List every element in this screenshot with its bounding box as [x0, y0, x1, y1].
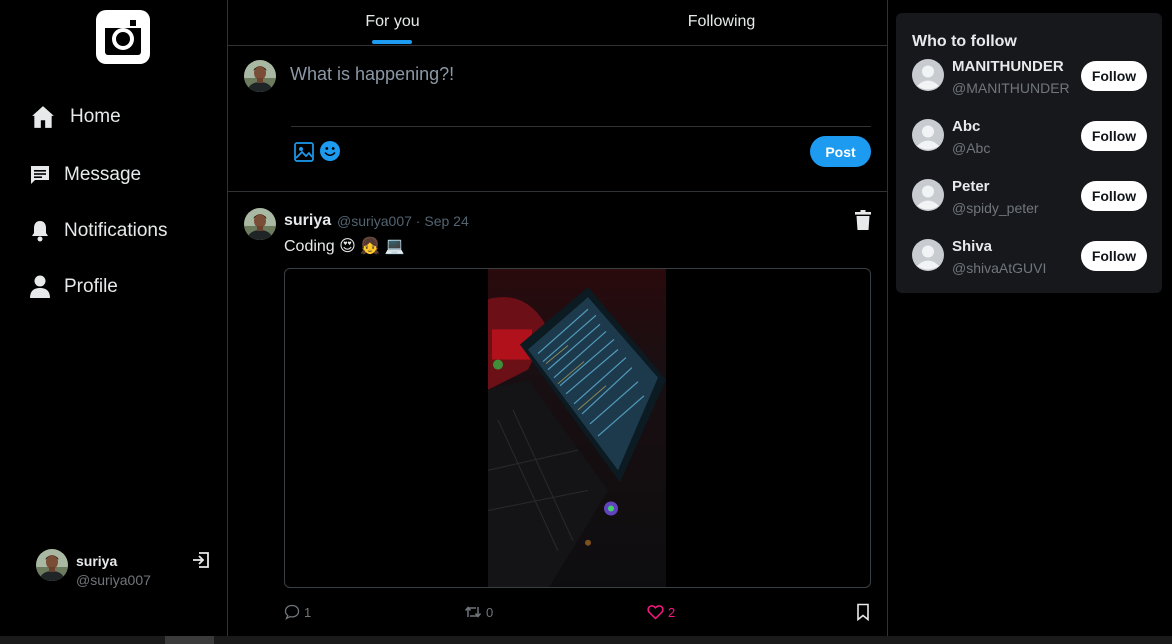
retweet-icon [464, 606, 482, 618]
camera-logo-icon[interactable] [96, 10, 150, 64]
who-to-follow-title: Who to follow [912, 33, 1017, 50]
bookmark-icon [857, 603, 869, 621]
photo-laptop-image [488, 269, 666, 587]
sidebar-item-label: Home [70, 106, 121, 127]
avatar[interactable] [244, 208, 276, 240]
follow-button[interactable]: Follow [1081, 181, 1147, 211]
current-user-name: suriya [76, 553, 118, 569]
like-button[interactable]: 2 [647, 602, 675, 622]
avatar [912, 239, 944, 271]
suggestion-handle: @Abc [952, 140, 991, 156]
reply-count: 1 [304, 604, 312, 620]
avatar [36, 549, 68, 581]
compose-divider [291, 126, 871, 127]
main-feed: For you Following Post suriya @suriya007… [228, 0, 888, 644]
user-icon [30, 275, 50, 298]
sidebar-item-message[interactable]: Message [30, 159, 141, 191]
suggestion-handle: @shivaAtGUVI [952, 260, 1047, 276]
suggestion-handle: @spidy_peter [952, 200, 1039, 216]
follow-button[interactable]: Follow [1081, 121, 1147, 151]
sidebar-item-label: Profile [64, 276, 118, 297]
sidebar-item-profile[interactable]: Profile [30, 271, 118, 303]
follow-suggestion: Abc @Abc Follow [912, 118, 1148, 162]
avatar [244, 60, 276, 92]
logout-icon[interactable] [192, 551, 210, 569]
current-user-handle: @suriya007 [76, 572, 151, 588]
retweet-count: 0 [486, 604, 494, 620]
sidebar-item-label: Notifications [64, 220, 168, 241]
bell-icon [32, 221, 48, 242]
message-icon [31, 166, 49, 184]
bookmark-button[interactable] [856, 602, 870, 622]
image-upload-icon[interactable] [293, 141, 315, 163]
like-count: 2 [668, 604, 676, 620]
sidebar-item-home[interactable]: Home [30, 101, 121, 133]
post-button[interactable]: Post [810, 136, 871, 167]
comment-icon [284, 604, 300, 620]
suggestion-name[interactable]: Abc [952, 118, 980, 135]
sidebar-item-notifications[interactable]: Notifications [30, 215, 168, 247]
feed-tabs: For you Following [228, 0, 887, 46]
post-text: Coding 😍 👧 💻 [284, 238, 405, 255]
active-tab-indicator [372, 40, 412, 44]
heart-icon [647, 605, 664, 620]
scrollbar-thumb[interactable] [165, 636, 214, 644]
follow-suggestion: MANITHUNDER @MANITHUNDER Follow [912, 58, 1148, 102]
follow-button[interactable]: Follow [1081, 241, 1147, 271]
retweet-button[interactable]: 0 [464, 602, 493, 622]
post-meta: @suriya007 · Sep 24 [337, 213, 469, 229]
current-user-card[interactable]: suriya @suriya007 [36, 549, 216, 589]
post-author-name[interactable]: suriya [284, 212, 331, 230]
compose-input[interactable] [290, 64, 870, 124]
post-card[interactable]: suriya @suriya007 · Sep 24 Coding 😍 👧 💻 [228, 192, 887, 644]
reply-button[interactable]: 1 [284, 602, 311, 622]
who-to-follow-panel: Who to follow MANITHUNDER @MANITHUNDER F… [896, 13, 1162, 293]
follow-button[interactable]: Follow [1081, 61, 1147, 91]
suggestion-name[interactable]: Peter [952, 178, 990, 195]
compose-box: Post [228, 46, 887, 192]
suggestion-name[interactable]: Shiva [952, 238, 992, 255]
avatar [912, 59, 944, 91]
tab-following[interactable]: Following [557, 0, 886, 46]
post-media[interactable] [284, 268, 871, 588]
suggestion-handle: @MANITHUNDER [952, 80, 1070, 96]
avatar [912, 179, 944, 211]
post-actions: 1 0 2 [284, 602, 874, 622]
horizontal-scrollbar[interactable] [0, 636, 1172, 644]
avatar [912, 119, 944, 151]
suggestion-name[interactable]: MANITHUNDER [952, 58, 1064, 75]
home-icon [32, 106, 54, 128]
trash-icon[interactable] [854, 210, 872, 230]
emoji-icon[interactable] [319, 140, 341, 162]
sidebar-item-label: Message [64, 164, 142, 185]
follow-suggestion: Shiva @shivaAtGUVI Follow [912, 238, 1148, 282]
left-sidebar: Home Message Notifications Profile suriy… [0, 0, 228, 644]
follow-suggestion: Peter @spidy_peter Follow [912, 178, 1148, 222]
